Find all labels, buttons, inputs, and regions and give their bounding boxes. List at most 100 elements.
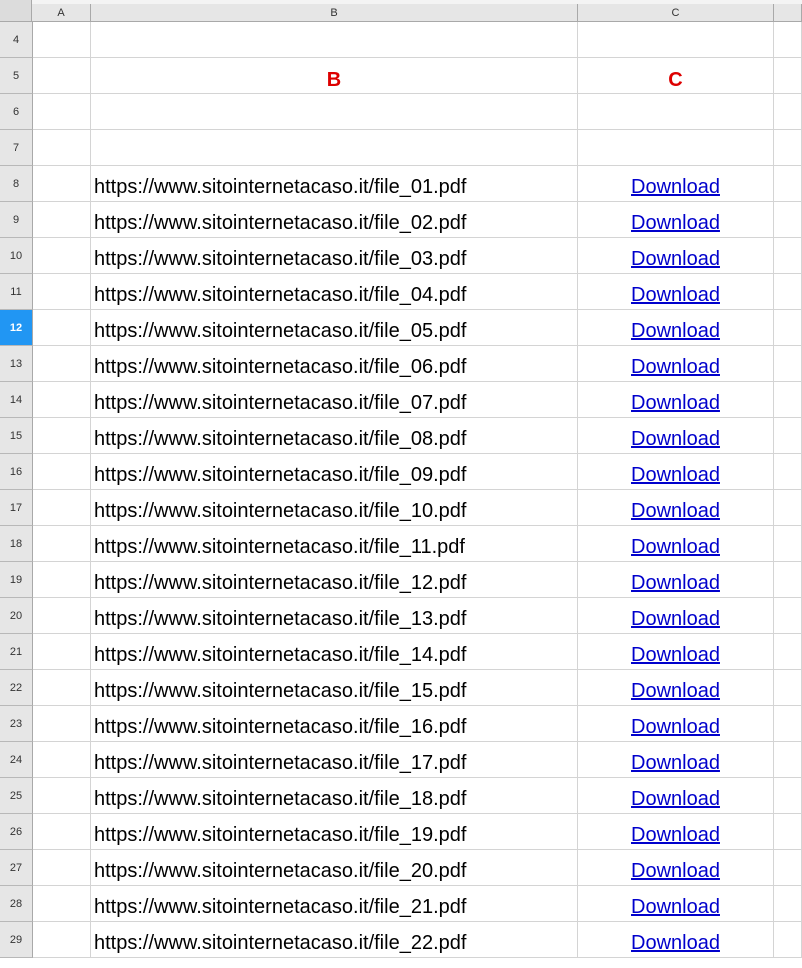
- row-header-29[interactable]: 29: [0, 922, 33, 958]
- cell-c17[interactable]: Download: [578, 490, 774, 526]
- download-link[interactable]: Download: [578, 428, 773, 451]
- cell-c19[interactable]: Download: [578, 562, 774, 598]
- cell-a17[interactable]: [33, 490, 91, 526]
- cell-d16[interactable]: [774, 454, 802, 490]
- select-all-corner[interactable]: [0, 0, 32, 22]
- cell-d7[interactable]: [774, 130, 802, 166]
- row-header-5[interactable]: 5: [0, 58, 33, 94]
- cell-c21[interactable]: Download: [578, 634, 774, 670]
- cell-a14[interactable]: [33, 382, 91, 418]
- row-header-4[interactable]: 4: [0, 22, 33, 58]
- cell-d19[interactable]: [774, 562, 802, 598]
- download-link[interactable]: Download: [578, 824, 773, 847]
- cell-a24[interactable]: [33, 742, 91, 778]
- download-link[interactable]: Download: [578, 896, 773, 919]
- cell-c6[interactable]: [578, 94, 774, 130]
- cell-a28[interactable]: [33, 886, 91, 922]
- cell-c13[interactable]: Download: [578, 346, 774, 382]
- download-link[interactable]: Download: [578, 284, 773, 307]
- cell-d11[interactable]: [774, 274, 802, 310]
- cell-d26[interactable]: [774, 814, 802, 850]
- download-link[interactable]: Download: [578, 644, 773, 667]
- cell-a27[interactable]: [33, 850, 91, 886]
- cell-c26[interactable]: Download: [578, 814, 774, 850]
- download-link[interactable]: Download: [578, 500, 773, 523]
- row-header-20[interactable]: 20: [0, 598, 33, 634]
- cell-a10[interactable]: [33, 238, 91, 274]
- cell-d13[interactable]: [774, 346, 802, 382]
- cell-c14[interactable]: Download: [578, 382, 774, 418]
- row-header-28[interactable]: 28: [0, 886, 33, 922]
- row-header-15[interactable]: 15: [0, 418, 33, 454]
- cell-b7[interactable]: [91, 130, 578, 166]
- cell-a22[interactable]: [33, 670, 91, 706]
- row-header-18[interactable]: 18: [0, 526, 33, 562]
- download-link[interactable]: Download: [578, 752, 773, 775]
- cell-b8[interactable]: https://www.sitointernetacaso.it/file_01…: [91, 166, 578, 202]
- cell-d28[interactable]: [774, 886, 802, 922]
- cell-b5[interactable]: B: [91, 58, 578, 94]
- cell-c27[interactable]: Download: [578, 850, 774, 886]
- cell-d12[interactable]: [774, 310, 802, 346]
- cell-c9[interactable]: Download: [578, 202, 774, 238]
- download-link[interactable]: Download: [578, 212, 773, 235]
- download-link[interactable]: Download: [578, 788, 773, 811]
- cell-a20[interactable]: [33, 598, 91, 634]
- cell-b12[interactable]: https://www.sitointernetacaso.it/file_05…: [91, 310, 578, 346]
- cell-c15[interactable]: Download: [578, 418, 774, 454]
- cell-a26[interactable]: [33, 814, 91, 850]
- cell-c24[interactable]: Download: [578, 742, 774, 778]
- cell-d14[interactable]: [774, 382, 802, 418]
- row-header-6[interactable]: 6: [0, 94, 33, 130]
- cell-b16[interactable]: https://www.sitointernetacaso.it/file_09…: [91, 454, 578, 490]
- download-link[interactable]: Download: [578, 716, 773, 739]
- column-header-d[interactable]: [774, 4, 802, 22]
- row-header-22[interactable]: 22: [0, 670, 33, 706]
- cell-b9[interactable]: https://www.sitointernetacaso.it/file_02…: [91, 202, 578, 238]
- cell-d10[interactable]: [774, 238, 802, 274]
- cell-a8[interactable]: [33, 166, 91, 202]
- download-link[interactable]: Download: [578, 464, 773, 487]
- cell-a23[interactable]: [33, 706, 91, 742]
- row-header-14[interactable]: 14: [0, 382, 33, 418]
- row-header-8[interactable]: 8: [0, 166, 33, 202]
- cell-a19[interactable]: [33, 562, 91, 598]
- cell-c11[interactable]: Download: [578, 274, 774, 310]
- cell-a15[interactable]: [33, 418, 91, 454]
- cell-d9[interactable]: [774, 202, 802, 238]
- row-header-26[interactable]: 26: [0, 814, 33, 850]
- cell-a11[interactable]: [33, 274, 91, 310]
- cell-b27[interactable]: https://www.sitointernetacaso.it/file_20…: [91, 850, 578, 886]
- download-link[interactable]: Download: [578, 680, 773, 703]
- cell-a18[interactable]: [33, 526, 91, 562]
- row-header-24[interactable]: 24: [0, 742, 33, 778]
- row-header-16[interactable]: 16: [0, 454, 33, 490]
- cell-d22[interactable]: [774, 670, 802, 706]
- cell-c16[interactable]: Download: [578, 454, 774, 490]
- cell-a7[interactable]: [33, 130, 91, 166]
- cell-a9[interactable]: [33, 202, 91, 238]
- cell-a12[interactable]: [33, 310, 91, 346]
- cell-c18[interactable]: Download: [578, 526, 774, 562]
- row-header-7[interactable]: 7: [0, 130, 33, 166]
- download-link[interactable]: Download: [578, 392, 773, 415]
- cell-a21[interactable]: [33, 634, 91, 670]
- cell-b20[interactable]: https://www.sitointernetacaso.it/file_13…: [91, 598, 578, 634]
- cell-b26[interactable]: https://www.sitointernetacaso.it/file_19…: [91, 814, 578, 850]
- cell-b13[interactable]: https://www.sitointernetacaso.it/file_06…: [91, 346, 578, 382]
- cell-d29[interactable]: [774, 922, 802, 958]
- cell-d25[interactable]: [774, 778, 802, 814]
- cell-a6[interactable]: [33, 94, 91, 130]
- cell-a5[interactable]: [33, 58, 91, 94]
- cell-c12[interactable]: Download: [578, 310, 774, 346]
- cell-b15[interactable]: https://www.sitointernetacaso.it/file_08…: [91, 418, 578, 454]
- row-header-27[interactable]: 27: [0, 850, 33, 886]
- cell-c4[interactable]: [578, 22, 774, 58]
- download-link[interactable]: Download: [578, 608, 773, 631]
- row-header-10[interactable]: 10: [0, 238, 33, 274]
- download-link[interactable]: Download: [578, 536, 773, 559]
- cell-c20[interactable]: Download: [578, 598, 774, 634]
- cell-b17[interactable]: https://www.sitointernetacaso.it/file_10…: [91, 490, 578, 526]
- cell-a16[interactable]: [33, 454, 91, 490]
- row-header-17[interactable]: 17: [0, 490, 33, 526]
